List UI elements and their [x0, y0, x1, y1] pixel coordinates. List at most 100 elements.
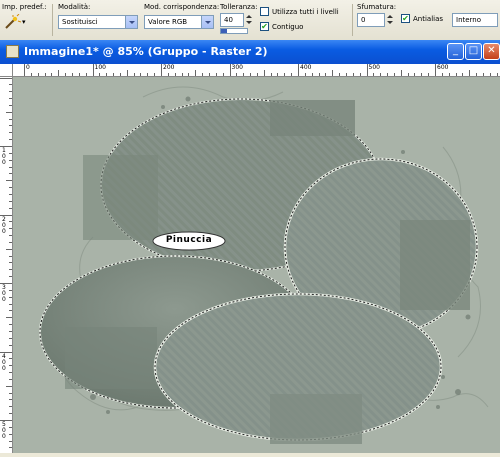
close-button[interactable]: ✕ — [483, 43, 500, 60]
preset-dropdown-icon[interactable]: ▾ — [22, 18, 26, 26]
ruler-minor-tick — [284, 73, 286, 76]
ruler-minor-tick — [9, 193, 12, 195]
ruler-minor-tick — [9, 262, 12, 264]
ruler-minor-tick — [9, 118, 12, 120]
ruler-minor-tick — [44, 73, 46, 76]
tolerance-spinner[interactable] — [246, 14, 252, 26]
feather-label: Sfumatura: — [357, 3, 397, 11]
ruler-label: 600 — [437, 64, 449, 71]
ruler-minor-tick — [215, 73, 217, 76]
feather-input[interactable]: 0 — [357, 13, 385, 27]
ruler-minor-tick — [9, 276, 12, 278]
ruler-minor-tick — [9, 139, 12, 141]
ruler-minor-tick — [167, 73, 169, 76]
ruler-minor-tick — [380, 73, 382, 76]
ruler-label: 500 — [368, 64, 380, 71]
ruler-label: 300 — [231, 64, 243, 71]
ruler-minor-tick — [9, 337, 12, 339]
ruler-minor-tick — [9, 200, 12, 202]
separator — [352, 4, 353, 36]
ruler-minor-tick — [106, 73, 108, 76]
all-layers-label: Utilizza tutti i livelli — [272, 8, 339, 16]
watermark-text: Pinuccia — [165, 235, 213, 245]
ruler-minor-tick — [174, 73, 176, 76]
document-titlebar[interactable]: Immagine1* @ 85% (Gruppo - Raster 2) _ □… — [0, 40, 500, 64]
ruler-corner — [0, 64, 13, 77]
ruler-minor-tick — [339, 73, 341, 76]
ruler-minor-tick — [496, 73, 498, 76]
antialias-mode-select[interactable]: Interno — [452, 13, 498, 27]
ruler-minor-tick — [9, 372, 12, 374]
ruler-tick — [0, 77, 12, 79]
ruler-minor-tick — [482, 73, 484, 76]
ruler-label: 3 0 0 — [2, 284, 6, 303]
antialias-checkbox[interactable]: ✔ — [401, 14, 410, 23]
ruler-minor-tick — [318, 73, 320, 76]
ruler-minor-tick — [154, 73, 156, 76]
ruler-label: 5 0 0 — [2, 421, 6, 440]
ruler-minor-tick — [9, 289, 12, 291]
ruler-minor-tick — [140, 73, 142, 76]
preset-button[interactable] — [3, 13, 23, 30]
ruler-minor-tick — [6, 180, 12, 182]
ruler-minor-tick — [428, 73, 430, 76]
ruler-minor-tick — [9, 413, 12, 415]
ruler-minor-tick — [400, 70, 402, 76]
canvas-artwork — [13, 77, 500, 453]
maximize-button[interactable]: □ — [465, 43, 482, 60]
ruler-minor-tick — [277, 73, 279, 76]
document-title: Immagine1* @ 85% (Gruppo - Raster 2) — [24, 45, 268, 58]
ruler-minor-tick — [9, 166, 12, 168]
ruler-minor-tick — [113, 73, 115, 76]
ruler-minor-tick — [9, 221, 12, 223]
ruler-minor-tick — [6, 248, 12, 250]
tolerance-slider[interactable] — [220, 28, 248, 34]
match-mode-select[interactable]: Valore RGB — [144, 15, 214, 29]
mode-select[interactable]: Sostituisci — [58, 15, 138, 29]
ruler-minor-tick — [6, 385, 12, 387]
ruler-minor-tick — [181, 73, 183, 76]
ruler-tick — [161, 64, 162, 76]
ruler-minor-tick — [30, 73, 32, 76]
tolerance-input[interactable]: 40 — [220, 13, 244, 27]
ruler-minor-tick — [9, 303, 12, 305]
all-layers-checkbox[interactable] — [260, 7, 269, 16]
ruler-minor-tick — [387, 73, 389, 76]
ruler-label: 1 0 0 — [2, 147, 6, 166]
ruler-minor-tick — [9, 98, 12, 100]
horizontal-ruler: 0 100 200 300 400 500 600 — [0, 64, 500, 77]
ruler-minor-tick — [65, 73, 67, 76]
ruler-minor-tick — [256, 73, 258, 76]
feather-spinner[interactable] — [387, 14, 393, 26]
ruler-minor-tick — [448, 73, 450, 76]
tool-options-bar: Imp. predef.: ▾ Modalità: Sostituisci Mo… — [0, 0, 500, 41]
antialias-label: Antialias — [413, 15, 444, 23]
ruler-minor-tick — [441, 73, 443, 76]
ruler-label: 200 — [163, 64, 175, 71]
chevron-down-icon[interactable] — [125, 16, 137, 28]
ruler-minor-tick — [147, 73, 149, 76]
ruler-minor-tick — [9, 159, 12, 161]
ruler-minor-tick — [455, 73, 457, 76]
ruler-minor-tick — [9, 330, 12, 332]
ruler-minor-tick — [85, 73, 87, 76]
magic-wand-icon — [5, 13, 22, 29]
ruler-minor-tick — [9, 310, 12, 312]
ruler-minor-tick — [9, 378, 12, 380]
ruler-minor-tick — [9, 132, 12, 134]
tolerance-label: Tolleranza: — [220, 3, 258, 11]
match-mode-value: Valore RGB — [148, 18, 188, 26]
antialias-mode-value: Interno — [456, 16, 482, 24]
minimize-button[interactable]: _ — [447, 43, 464, 60]
ruler-minor-tick — [462, 73, 464, 76]
preset-label: Imp. predef.: — [2, 3, 47, 11]
ruler-minor-tick — [9, 324, 12, 326]
contiguous-checkbox[interactable]: ✔ — [260, 22, 269, 31]
ruler-label: 4 0 0 — [2, 352, 6, 372]
feather-value: 0 — [361, 16, 366, 24]
ruler-minor-tick — [489, 73, 491, 76]
close-icon: ✕ — [487, 45, 496, 56]
ruler-minor-tick — [9, 433, 12, 435]
image-canvas[interactable]: Pinuccia — [13, 77, 500, 453]
chevron-down-icon[interactable] — [201, 16, 213, 28]
